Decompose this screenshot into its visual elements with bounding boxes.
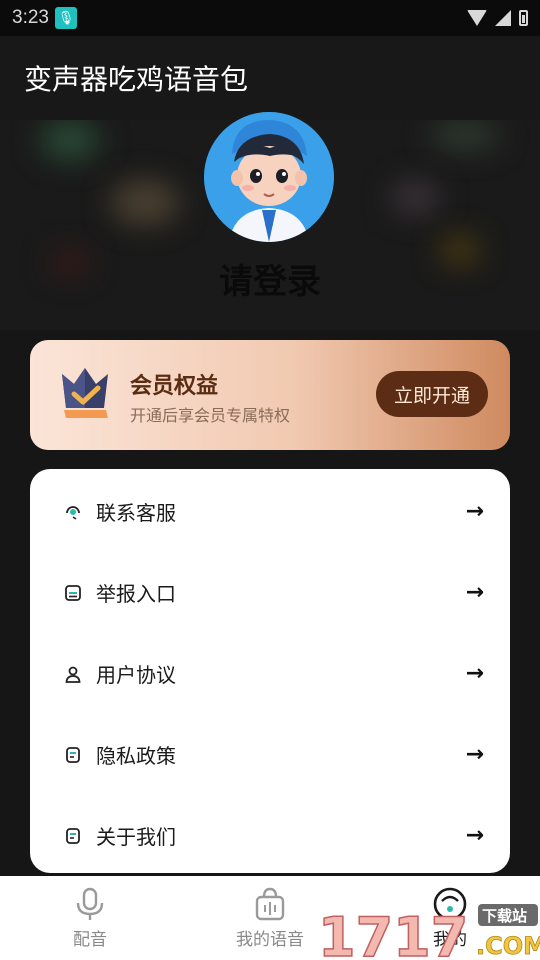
status-time: 3:23 xyxy=(12,7,49,28)
nav-label: 我的语音 xyxy=(236,930,304,950)
login-prompt[interactable]: 请登录 xyxy=(0,254,540,303)
headset-icon xyxy=(64,503,82,521)
microphone-icon xyxy=(76,887,104,920)
nav-label: 配音 xyxy=(73,930,107,950)
menu-item-about-us[interactable]: 关于我们 → xyxy=(30,795,510,876)
report-icon xyxy=(64,584,82,602)
arrow-right-icon: → xyxy=(465,580,484,605)
menu-item-customer-service[interactable]: 联系客服 → xyxy=(30,471,510,552)
menu-item-label: 关于我们 xyxy=(96,825,176,849)
avatar[interactable] xyxy=(204,112,334,242)
document-icon xyxy=(64,746,82,764)
app-title: 变声器吃鸡语音包 xyxy=(24,63,249,96)
svg-text:下载站: 下载站 xyxy=(482,907,527,925)
arrow-right-icon: → xyxy=(465,661,484,686)
menu-item-user-agreement[interactable]: 用户协议 → xyxy=(30,633,510,714)
microphone-notification-icon: 🎙 xyxy=(54,7,77,29)
avatar-illustration xyxy=(204,112,334,242)
watermark-logo: 1717 下载站 .COM xyxy=(318,904,540,960)
arrow-right-icon: → xyxy=(465,742,484,767)
vip-subtitle: 开通后享会员专属特权 xyxy=(130,406,291,425)
screen: 3:23 🎙 变声器吃鸡语音包 请登录 会员权益 开通后享会员专属特权 立即开通… xyxy=(0,0,540,960)
watermark-text: 1717 xyxy=(318,906,468,960)
menu-item-label: 用户协议 xyxy=(96,663,176,687)
info-document-icon xyxy=(64,827,82,845)
app-bar: 变声器吃鸡语音包 xyxy=(0,36,540,120)
svg-text:.COM: .COM xyxy=(476,932,540,960)
activate-vip-button[interactable]: 立即开通 xyxy=(376,371,488,417)
menu-item-label: 隐私政策 xyxy=(96,744,176,768)
status-icons xyxy=(467,10,528,26)
battery-icon xyxy=(519,10,528,26)
status-bar: 3:23 🎙 xyxy=(0,0,540,36)
voice-bag-icon xyxy=(255,887,285,921)
menu-item-label: 举报入口 xyxy=(96,582,176,606)
nav-dubbing[interactable]: 配音 xyxy=(0,876,180,960)
settings-menu: 联系客服 → 举报入口 → 用户协议 → 隐私政策 → 关于我们 → xyxy=(30,469,510,873)
crown-icon xyxy=(62,368,108,418)
arrow-right-icon: → xyxy=(465,823,484,848)
menu-item-privacy-policy[interactable]: 隐私政策 → xyxy=(30,714,510,795)
arrow-right-icon: → xyxy=(465,499,484,524)
wifi-icon xyxy=(467,10,487,26)
menu-item-report[interactable]: 举报入口 → xyxy=(30,552,510,633)
vip-title: 会员权益 xyxy=(130,374,219,399)
menu-item-label: 联系客服 xyxy=(96,501,176,525)
vip-card[interactable]: 会员权益 开通后享会员专属特权 立即开通 xyxy=(30,340,510,450)
signal-icon xyxy=(495,10,511,26)
user-icon xyxy=(64,665,82,683)
